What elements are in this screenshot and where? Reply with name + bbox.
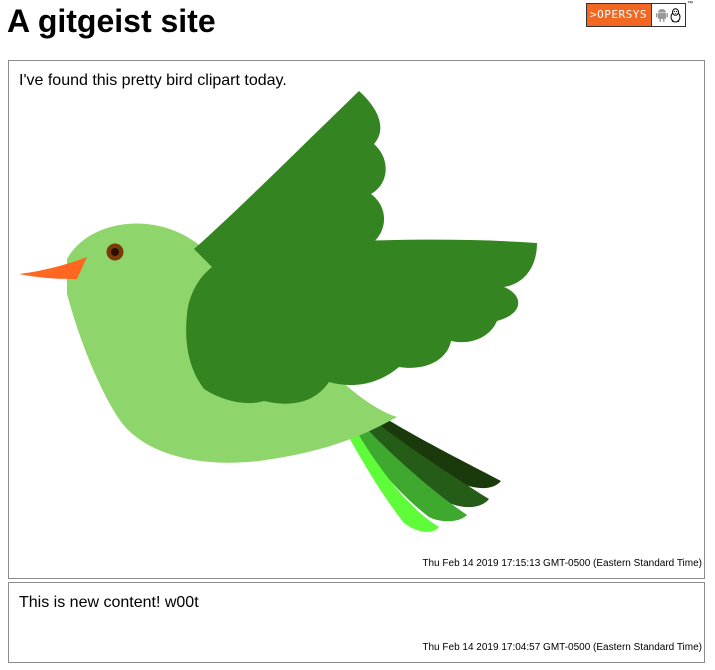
bird-pupil [111,248,119,256]
opersys-logo[interactable]: >OPERSYS ™ [586,1,693,27]
logo-icons [651,3,686,27]
logo-text: >OPERSYS [586,3,652,27]
post-timestamp: Thu Feb 14 2019 17:15:13 GMT-0500 (Easte… [422,558,702,569]
trademark-mark: ™ [686,1,693,7]
post-text: I've found this pretty bird clipart toda… [19,72,287,89]
android-icon [655,9,668,22]
bird-illustration [19,91,537,532]
post-card: I've found this pretty bird clipart toda… [8,60,705,579]
post-timestamp: Thu Feb 14 2019 17:04:57 GMT-0500 (Easte… [422,642,702,653]
post-card: This is new content! w00t Thu Feb 14 201… [8,582,705,663]
site-title: A gitgeist site [7,3,216,39]
post-text: This is new content! w00t [19,594,199,611]
bird-wing [186,91,537,404]
linux-penguin-icon [670,7,681,22]
